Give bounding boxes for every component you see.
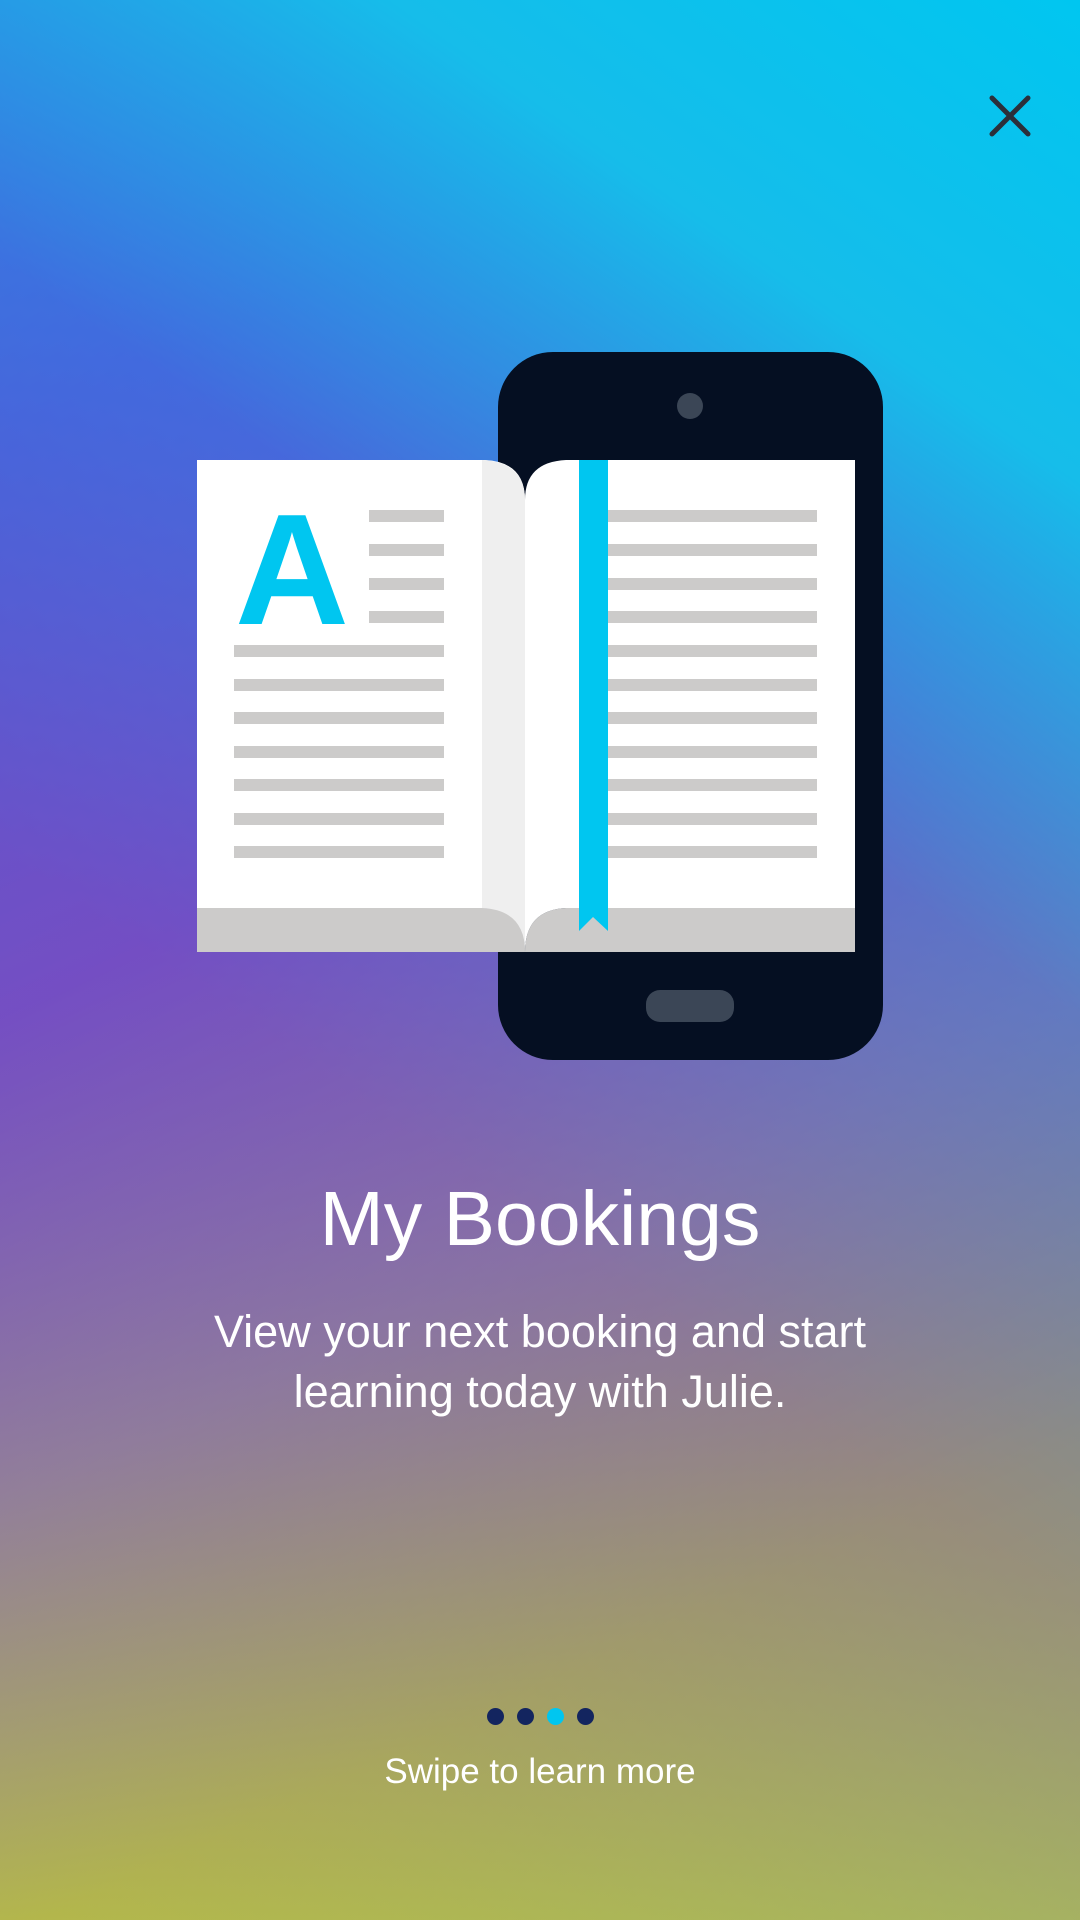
page-title: My Bookings	[319, 1176, 761, 1262]
close-icon	[989, 95, 1031, 137]
pager-dot	[516, 1708, 534, 1725]
book-and-phone-illustration: A	[197, 352, 883, 1060]
pager-indicator	[0, 1708, 1080, 1725]
phone-camera	[677, 393, 703, 419]
pager-dot-active	[546, 1708, 564, 1725]
swipe-hint: Swipe to learn more	[384, 1752, 696, 1791]
book-bottom-left	[197, 908, 525, 952]
book-left-gutter	[482, 460, 525, 952]
letter-a-glyph: A	[235, 482, 349, 658]
book-right-page	[525, 460, 855, 952]
close-button[interactable]	[978, 84, 1042, 148]
pager-dot	[486, 1708, 504, 1725]
pager-dot	[576, 1708, 594, 1725]
page-description: View your next booking and start learnin…	[213, 1306, 867, 1417]
book-bottom-right	[525, 908, 855, 952]
bookmark-ribbon	[579, 460, 608, 931]
phone-home-button	[646, 990, 734, 1022]
